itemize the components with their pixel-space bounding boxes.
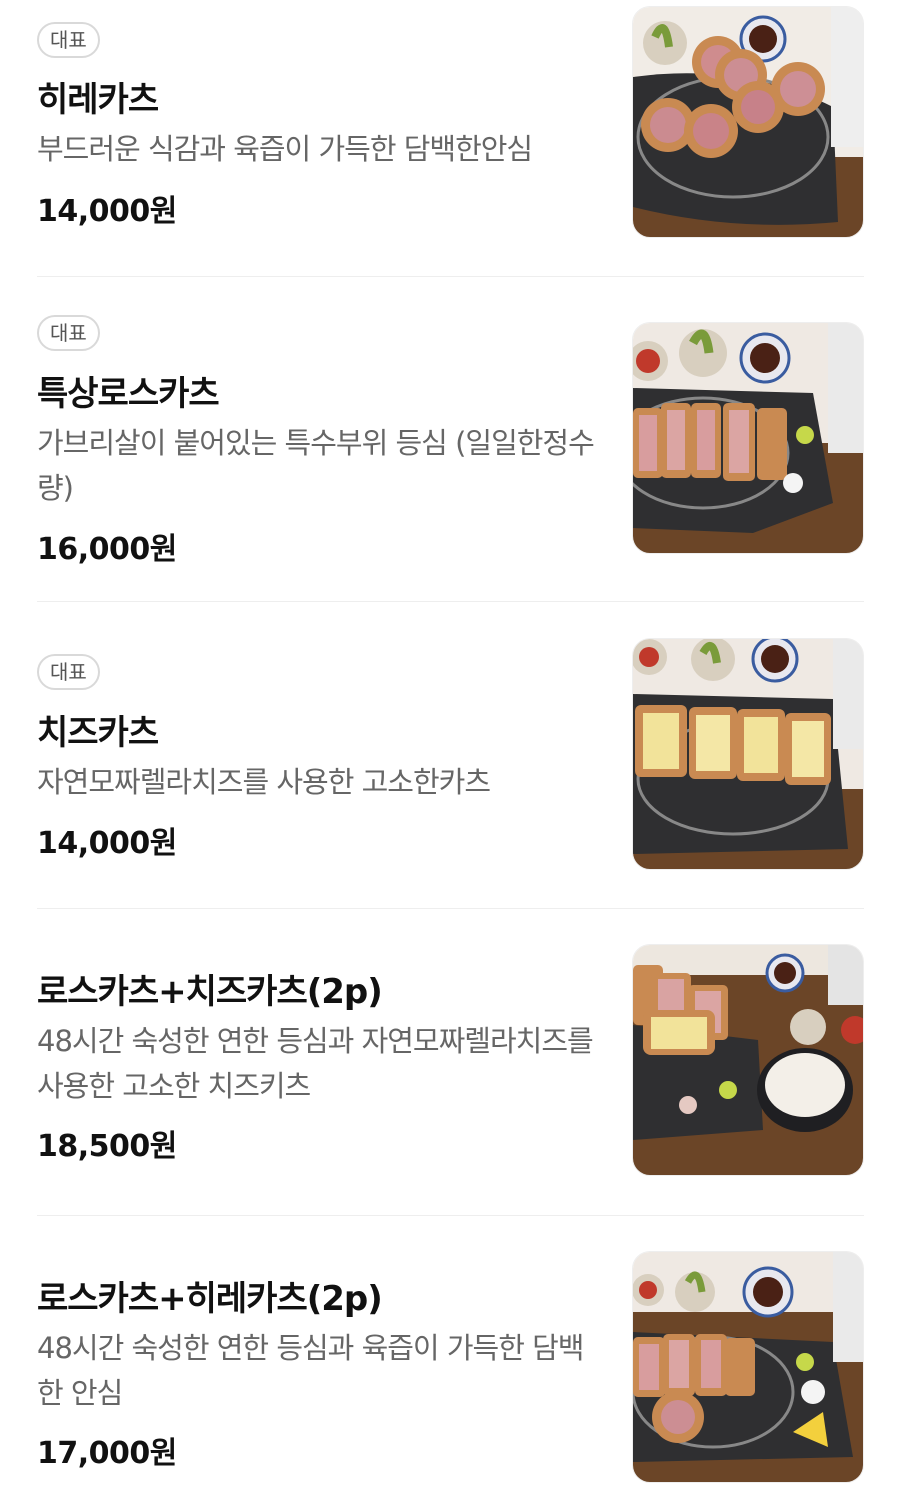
menu-item-price: 16,000원 bbox=[37, 532, 177, 567]
menu-item-name: 로스카츠+치즈카츠(2p) bbox=[37, 972, 383, 1012]
menu-item-name: 히레카츠 bbox=[37, 80, 159, 120]
menu-item-cheese-katsu[interactable]: 대표 치즈카츠 자연모짜렐라치즈를 사용한 고소한카츠 14,000원 bbox=[0, 602, 900, 908]
menu-item-description: 48시간 숙성한 연한 등심과 육즙이 가득한 담백한 안심 bbox=[37, 1331, 584, 1410]
menu-item-hire-katsu[interactable]: 대표 히레카츠 부드러운 식감과 육즙이 가득한 담백한안심 14,000원 bbox=[0, 0, 900, 276]
menu-item-photo[interactable] bbox=[632, 322, 864, 554]
menu-item-photo[interactable] bbox=[632, 638, 864, 870]
signature-badge: 대표 bbox=[37, 654, 100, 690]
menu-item-photo[interactable] bbox=[632, 1251, 864, 1483]
signature-badge: 대표 bbox=[37, 315, 100, 351]
menu-item-price: 14,000원 bbox=[37, 194, 177, 229]
menu-item-price: 17,000원 bbox=[37, 1436, 177, 1471]
menu-item-rosu-cheese-katsu[interactable]: 로스카츠+치즈카츠(2p) 48시간 숙성한 연한 등심과 자연모짜렐라치즈를 … bbox=[0, 909, 900, 1215]
menu-item-description: 48시간 숙성한 연한 등심과 자연모짜렐라치즈를 사용한 고소한 치즈키츠 bbox=[37, 1024, 594, 1103]
menu-item-rosu-hire-katsu[interactable]: 로스카츠+히레카츠(2p) 48시간 숙성한 연한 등심과 육즙이 가득한 담백… bbox=[0, 1216, 900, 1492]
menu-item-price: 18,500원 bbox=[37, 1129, 177, 1164]
menu-item-name: 로스카츠+히레카츠(2p) bbox=[37, 1279, 383, 1319]
menu-item-special-rosu-katsu[interactable]: 대표 특상로스카츠 가브리살이 붙어있는 특수부위 등심 (일일한정수량) 16… bbox=[0, 277, 900, 601]
menu-item-photo[interactable] bbox=[632, 944, 864, 1176]
menu-item-name: 특상로스카츠 bbox=[37, 374, 220, 414]
menu-item-description: 가브리살이 붙어있는 특수부위 등심 (일일한정수량) bbox=[37, 426, 595, 505]
signature-badge: 대표 bbox=[37, 22, 100, 58]
menu-item-price: 14,000원 bbox=[37, 826, 177, 861]
menu-list: 대표 히레카츠 부드러운 식감과 육즙이 가득한 담백한안심 14,000원 대… bbox=[0, 0, 900, 1492]
menu-item-name: 치즈카츠 bbox=[37, 713, 159, 753]
menu-item-description: 부드러운 식감과 육즙이 가득한 담백한안심 bbox=[37, 132, 533, 166]
menu-item-photo[interactable] bbox=[632, 6, 864, 238]
menu-item-description: 자연모짜렐라치즈를 사용한 고소한카츠 bbox=[37, 765, 491, 799]
